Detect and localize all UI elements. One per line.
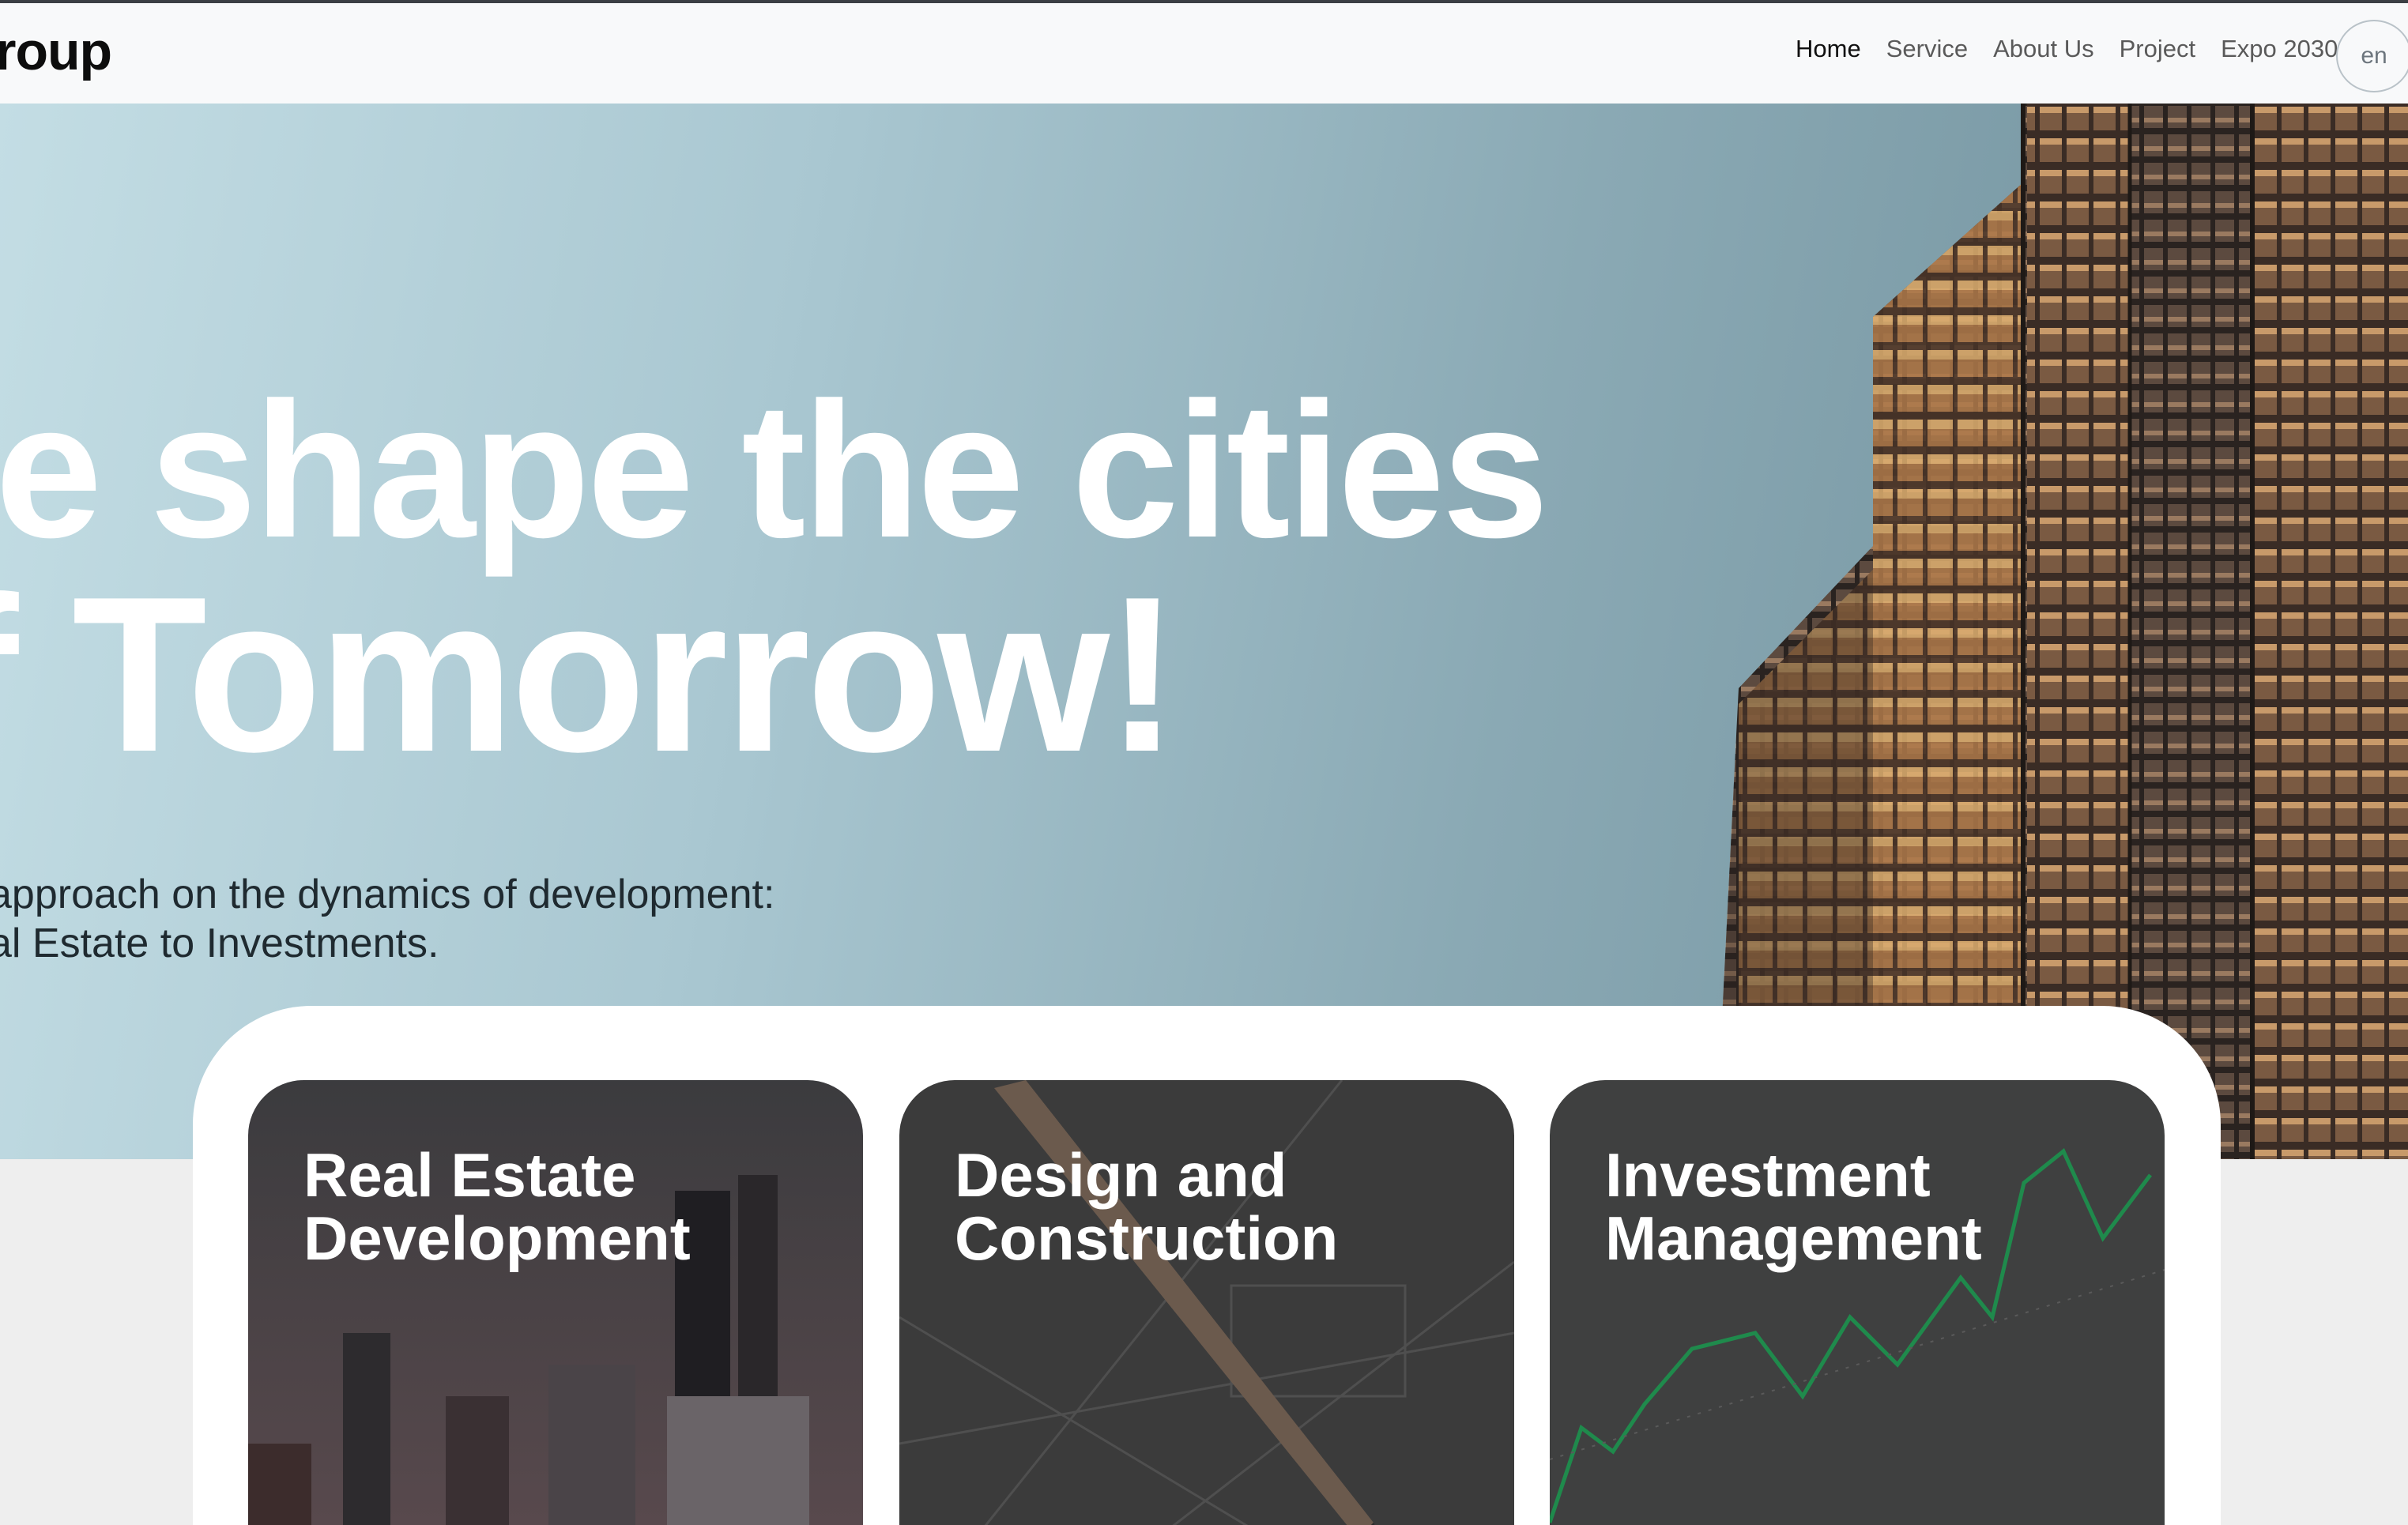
hero-section: /e shape the cities f Tomorrow! approach… xyxy=(0,104,2408,1159)
top-navbar: roup Home Service About Us Project Expo … xyxy=(0,0,2408,104)
hero-subtitle-line-1: approach on the dynamics of development: xyxy=(0,872,775,917)
hero-headline-line-2: f Tomorrow! xyxy=(0,552,1179,798)
hero-subtitle: approach on the dynamics of development:… xyxy=(0,870,774,968)
hero-subtitle-line-2: al Estate to Investments. xyxy=(0,921,439,966)
nav-item-about-us[interactable]: About Us xyxy=(1993,35,2094,63)
service-card-real-estate[interactable]: Real Estate Development xyxy=(248,1080,863,1525)
skyscraper-image xyxy=(1715,104,2408,1159)
language-switcher-button[interactable]: en xyxy=(2336,20,2408,92)
service-card-design-construction[interactable]: Design and Construction xyxy=(899,1080,1514,1525)
brand-logo[interactable]: roup xyxy=(0,21,112,82)
nav-item-service[interactable]: Service xyxy=(1886,35,1968,63)
nav-item-home[interactable]: Home xyxy=(1796,35,1861,63)
service-card-title: Design and Construction xyxy=(955,1140,1339,1273)
nav-item-expo-2030[interactable]: Expo 2030 xyxy=(2221,35,2338,63)
service-card-title: Investment Management xyxy=(1605,1140,1982,1273)
nav-item-project[interactable]: Project xyxy=(2120,35,2195,63)
service-card-investment-management[interactable]: Investment Management xyxy=(1550,1080,2165,1525)
service-card-title: Real Estate Development xyxy=(303,1140,691,1273)
main-nav: Home Service About Us Project Expo 2030 xyxy=(1796,35,2363,63)
hero-headline: /e shape the cities f Tomorrow! xyxy=(0,362,1549,798)
page: roup Home Service About Us Project Expo … xyxy=(0,0,2408,1525)
hero-headline-line-1: /e shape the cities xyxy=(0,362,1549,578)
